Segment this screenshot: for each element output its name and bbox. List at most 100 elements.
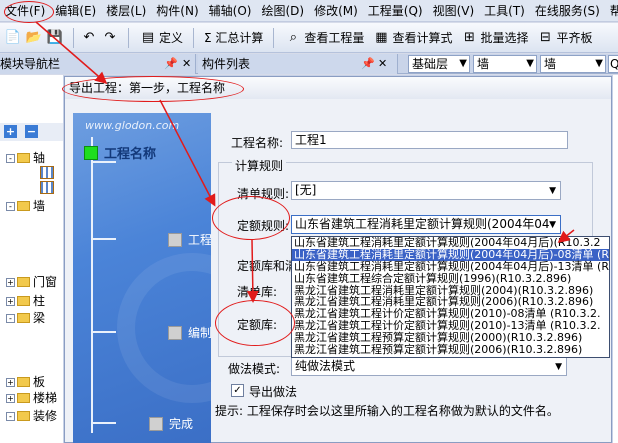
export-method-label: 导出做法 (249, 385, 298, 399)
step-project-info: 工程信息 (168, 231, 211, 248)
undo-icon[interactable]: ↶ (80, 29, 98, 47)
export-method-checkbox[interactable]: ✓ (231, 384, 244, 397)
step-project-name: 工程名称 (84, 143, 156, 162)
tree-expander-icon[interactable]: + (6, 393, 15, 403)
component-list-title: 构件列表 (202, 57, 251, 71)
export-wizard-dialog: 导出工程：第一步，工程名称 www.glodon.com 工程名称 工程信息 编… (64, 76, 612, 443)
tree-item-label: 门窗 (33, 275, 58, 289)
menu-item[interactable]: 工具(T) (479, 0, 530, 22)
close-icon[interactable]: ✕ (378, 54, 387, 74)
watermark: www.glodon.com (85, 119, 180, 132)
tree-item[interactable]: + 门窗 (6, 273, 57, 291)
sum-calc-button[interactable]: Σ 汇总计算 (200, 26, 267, 50)
menu-item[interactable]: 楼层(L) (101, 0, 151, 22)
folder-icon (17, 153, 30, 163)
toolbar: 📄 📂 💾 ↶ ↷ ▤ 定义 Σ 汇总计算 ⌕ 查看工程量 ▦ 查看计算式 ⊞ 批量选择… (0, 23, 618, 53)
tree-item[interactable]: + 楼梯 (6, 389, 57, 407)
define-button[interactable]: ▤ 定义 (135, 26, 187, 50)
chevron-down-icon: ▼ (459, 58, 467, 69)
define-label: 定义 (159, 31, 184, 45)
tree-item[interactable]: -墙 (6, 197, 45, 215)
chevron-down-icon: ▼ (526, 58, 534, 69)
view-formula-button[interactable]: ▦ 查看计算式 (368, 26, 456, 50)
tree-expander-icon[interactable]: + (6, 377, 15, 387)
menu-item[interactable]: 构件(N) (151, 0, 203, 22)
bill-rule-value: [无] (295, 183, 317, 197)
menu-item[interactable]: 工程量(Q) (363, 0, 428, 22)
tree-item[interactable] (40, 178, 57, 196)
wizard-steps-panel: www.glodon.com 工程名称 工程信息 编制信息 完成 (73, 113, 211, 443)
view-quantity-button[interactable]: ⌕ 查看工程量 (280, 26, 368, 50)
method-mode-value: 纯做法模式 (295, 359, 356, 373)
tree-item-label: 装修 (33, 409, 58, 423)
quota-rule-select[interactable]: 山东省建筑工程消耗里定额计算规则(2004年04 ▼ (291, 215, 561, 234)
open-folder-icon[interactable]: 📂 (25, 29, 43, 47)
menu-item[interactable]: 在线服务(S) (530, 0, 605, 22)
folder-icon (17, 201, 30, 211)
view-formula-label: 查看计算式 (392, 31, 453, 45)
steps-connector (92, 331, 116, 333)
step-marker (168, 232, 182, 247)
tree-item-label: 楼梯 (33, 391, 58, 405)
pin-icon[interactable]: 📌 (164, 54, 178, 74)
expand-all-icon[interactable]: + (4, 125, 17, 138)
steps-connector (92, 422, 116, 424)
component-list-header: 构件列表 📌 ✕ (198, 54, 398, 74)
floor-select-value: 基础层 (412, 57, 449, 71)
menu-item[interactable]: 视图(V) (428, 0, 480, 22)
bill-rule-select[interactable]: [无] ▼ (291, 181, 561, 200)
grid-icon (40, 165, 54, 179)
chevron-down-icon: ▼ (549, 220, 556, 230)
dropdown-option[interactable]: 山东省建筑工程消耗里定额计算规则(2004年04月后)-13清单 (R1 (292, 260, 609, 273)
pin-icon[interactable]: 📌 (361, 54, 375, 74)
step-label: 完成 (169, 417, 194, 431)
level-slab-label: 平齐板 (556, 31, 593, 45)
folder-icon (17, 411, 30, 421)
annotation-ellipse-file-menu (4, 1, 54, 23)
view-quantity-icon: ⌕ (289, 30, 298, 45)
folder-icon (17, 393, 30, 403)
close-icon[interactable]: ✕ (182, 54, 191, 74)
menu-item[interactable]: 修改(M) (309, 0, 363, 22)
module-nav-header: 模块导航栏 📌 ✕ (0, 54, 196, 74)
item-select-value: Q (610, 57, 618, 71)
project-name-input[interactable]: 工程1 (291, 131, 568, 149)
redo-icon[interactable]: ↷ (101, 29, 119, 47)
tree-expander-icon[interactable]: + (6, 277, 15, 287)
dropdown-option[interactable]: 黑龙江省建筑工程预算定额计算规则(2006)(R10.3.2.896) (292, 344, 609, 356)
quota-rule-dropdown[interactable]: 山东省建筑工程消耗里定额计算规则(2004年04月后)(R10.3.2 山东省建筑… (291, 236, 610, 358)
module-nav-panel: + − - 轴 - 墙 + 门窗 + 柱 - 梁 + 板 + 楼梯 - 装修 (0, 75, 66, 443)
collapse-all-icon[interactable]: − (25, 125, 38, 138)
tree-item[interactable]: - 装修 (6, 407, 57, 425)
menu-item[interactable]: 绘图(D) (256, 0, 309, 22)
tree-item[interactable]: + 柱 (6, 292, 45, 310)
dropdown-option[interactable]: 山东省建筑工程消耗里定额计算规则(2004年04月后)-08清单 (R1 (292, 248, 609, 261)
new-file-icon[interactable]: 📄 (4, 29, 22, 47)
floor-select[interactable]: 基础层 ▼ (408, 55, 470, 73)
method-mode-select[interactable]: 纯做法模式 ▼ (291, 357, 567, 376)
tree-expander-icon[interactable]: - (6, 313, 15, 323)
annotation-ellipse-quota-rule (212, 196, 290, 240)
menu-item[interactable]: 帮助 (605, 0, 618, 22)
step-label: 编制信息 (188, 326, 211, 340)
tree-expander-icon[interactable]: + (6, 296, 15, 306)
type-select[interactable]: 墙 ▼ (473, 55, 537, 73)
save-icon[interactable]: 💾 (46, 29, 64, 47)
tree-item-label: 梁 (33, 311, 46, 325)
menu-item[interactable]: 编辑(E) (50, 0, 101, 22)
menu-item[interactable]: 辅轴(O) (204, 0, 257, 22)
subtype-select[interactable]: 墙 ▼ (540, 55, 606, 73)
sum-calc-label: Σ 汇总计算 (204, 31, 264, 45)
step-label: 工程信息 (188, 233, 211, 247)
dropdown-option[interactable]: 山东省建筑工程综合定额计算规则(1996)(R10.3.2.896) (292, 272, 609, 285)
tree-item[interactable]: -梁 (6, 309, 45, 327)
level-slab-button[interactable]: ⊟ 平齐板 (532, 26, 596, 50)
tree-expander-icon[interactable]: - (6, 153, 15, 163)
tree-expander-icon[interactable]: - (6, 411, 15, 421)
define-icon: ▤ (141, 30, 155, 45)
item-select[interactable]: Q (608, 55, 618, 73)
batch-select-button[interactable]: ⊞ 批量选择 (456, 26, 532, 50)
chevron-down-icon: ▼ (549, 186, 556, 196)
chevron-down-icon: ▼ (555, 362, 562, 372)
tree-expander-icon[interactable]: - (6, 201, 15, 211)
